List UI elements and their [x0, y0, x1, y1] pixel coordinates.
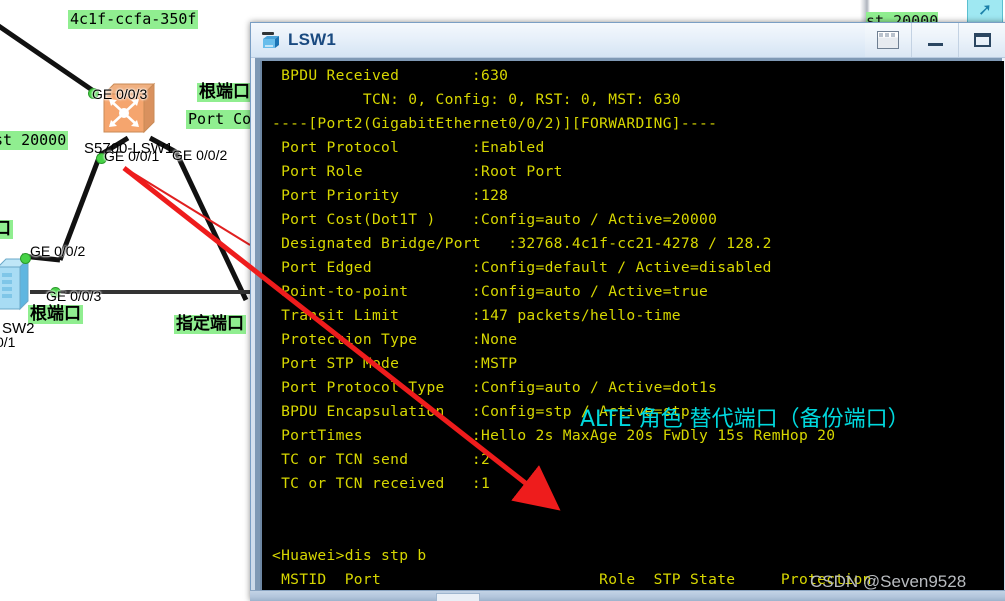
lsw1-window: LSW1 BPDU Received :630 TCN: 0, Config: … [250, 22, 1005, 601]
device-lsw2: SW2 [2, 320, 35, 337]
window-bottom-tab[interactable] [436, 593, 480, 601]
designated-port-label: 指定端口 [174, 314, 246, 334]
minimize-icon [927, 42, 943, 46]
terminal-console[interactable]: BPDU Received :630 TCN: 0, Config: 0, RS… [260, 61, 1004, 595]
restore-icon [877, 31, 899, 49]
port-ge-0-0-2-left: GE 0/0/2 [30, 243, 86, 259]
maximize-icon [973, 33, 991, 47]
window-bottom-chrome [250, 590, 1005, 601]
terminal-output: BPDU Received :630 TCN: 0, Config: 0, RS… [272, 67, 872, 588]
window-controls [865, 23, 1005, 57]
screen-root: 4c1f-ccfa-350f 根端口 Port Cos st 20000 口 根… [0, 0, 1005, 601]
restore-button[interactable] [865, 23, 911, 57]
root-port-label-bottom: 根端口 [28, 304, 83, 324]
maximize-button[interactable] [958, 23, 1005, 57]
root-port-label-top: 根端口 [197, 82, 252, 102]
csdn-watermark: CSDN @Seven9528 [810, 572, 967, 591]
port-ge-0-0-2-top: GE 0/0/2 [172, 147, 228, 163]
bridge-mac-label: 4c1f-ccfa-350f [68, 10, 199, 29]
switch-icon [261, 30, 281, 50]
cost-label-left: st 20000 [0, 131, 69, 150]
device-s5700-lsw1: S5700-LSW1 [84, 140, 174, 157]
port-ge-0-0-3-left: GE 0/0/3 [46, 288, 102, 304]
minimize-button[interactable] [911, 23, 958, 57]
window-title-bar[interactable]: LSW1 [251, 23, 1005, 58]
window-title: LSW1 [288, 30, 337, 49]
port-ge-0-0-3-top: GE 0/0/3 [92, 86, 148, 102]
annotation-alte-role: ALTE 角色 替代端口（备份端口） [580, 407, 910, 432]
terminal-frame: BPDU Received :630 TCN: 0, Config: 0, RS… [255, 58, 1004, 601]
port-label-left-edge: 口 [0, 220, 13, 239]
